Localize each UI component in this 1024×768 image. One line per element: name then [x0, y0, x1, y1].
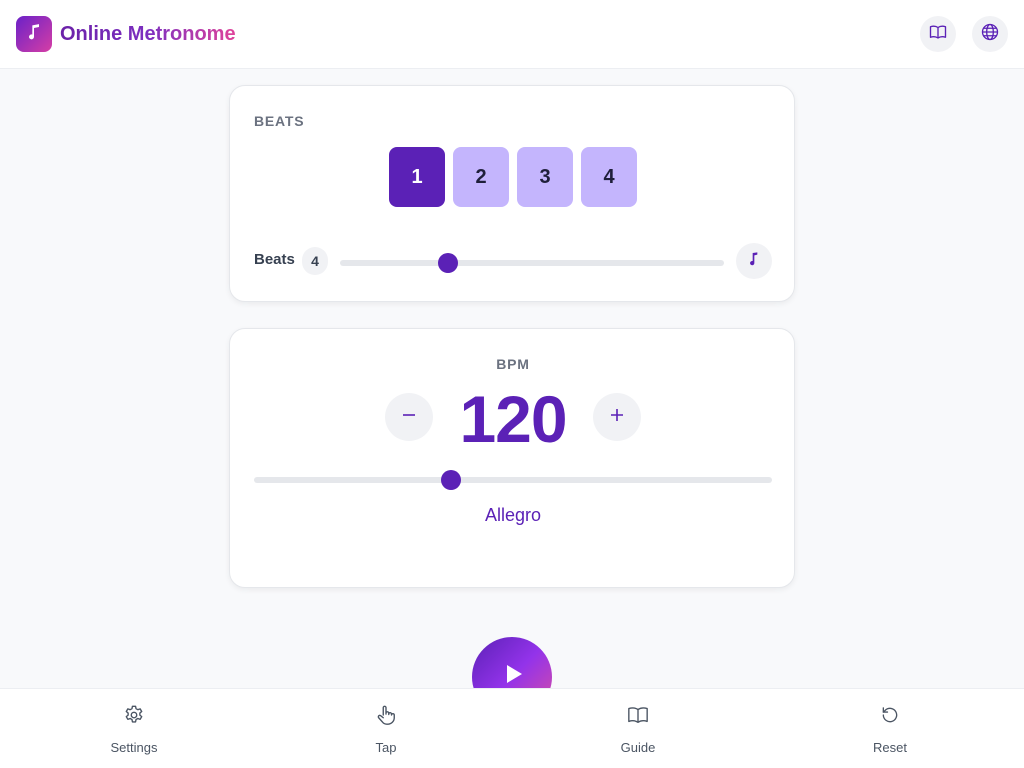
beats-slider-thumb[interactable] [437, 253, 458, 273]
bpm-value: 120 [459, 382, 567, 456]
beats-control-label: Beats [254, 251, 295, 268]
bottom-navigation: Settings Tap Guide Reset [0, 688, 1024, 768]
nav-tap[interactable]: Tap [326, 689, 446, 768]
bpm-card: BPM 120 Allegro [229, 328, 795, 588]
app-title: Online Metronome [60, 23, 236, 45]
guide-button[interactable] [920, 16, 956, 52]
play-icon [504, 664, 524, 689]
language-button[interactable] [972, 16, 1008, 52]
beat-cell-1[interactable]: 1 [389, 147, 445, 207]
beats-slider[interactable] [340, 253, 724, 273]
globe-icon [980, 22, 1000, 47]
music-note-icon [24, 22, 44, 47]
music-note-icon [746, 251, 762, 272]
nav-reset-label: Reset [873, 740, 907, 755]
nav-settings-label: Settings [110, 740, 158, 755]
book-icon [626, 703, 650, 727]
nav-tap-label: Tap [375, 740, 397, 755]
bpm-section-label: BPM [496, 356, 530, 372]
beats-section-label: BEATS [254, 113, 305, 129]
nav-settings[interactable]: Settings [74, 689, 194, 768]
hand-pointer-icon [374, 703, 398, 727]
app-logo [16, 16, 52, 52]
tempo-marking: Allegro [484, 505, 542, 525]
beat-cell-3[interactable]: 3 [517, 147, 573, 207]
beat-cell-4[interactable]: 4 [581, 147, 637, 207]
gear-icon [122, 703, 146, 727]
plus-icon [610, 408, 624, 427]
beats-count-badge: 4 [302, 247, 328, 275]
beat-indicators: 1 2 3 4 [389, 147, 637, 207]
bpm-slider[interactable] [254, 470, 772, 490]
beats-card: BEATS 1 2 3 4 Beats 4 [229, 85, 795, 302]
nav-guide-label: Guide [620, 740, 656, 755]
nav-guide[interactable]: Guide [578, 689, 698, 768]
bpm-increase-button[interactable] [593, 393, 641, 441]
bpm-slider-thumb[interactable] [440, 470, 461, 490]
rotate-ccw-icon [878, 703, 902, 727]
nav-reset[interactable]: Reset [830, 689, 950, 768]
beat-sound-button[interactable] [736, 243, 772, 279]
beat-cell-2[interactable]: 2 [453, 147, 509, 207]
book-icon [929, 23, 947, 46]
app-header: Online Metronome [0, 0, 1024, 69]
